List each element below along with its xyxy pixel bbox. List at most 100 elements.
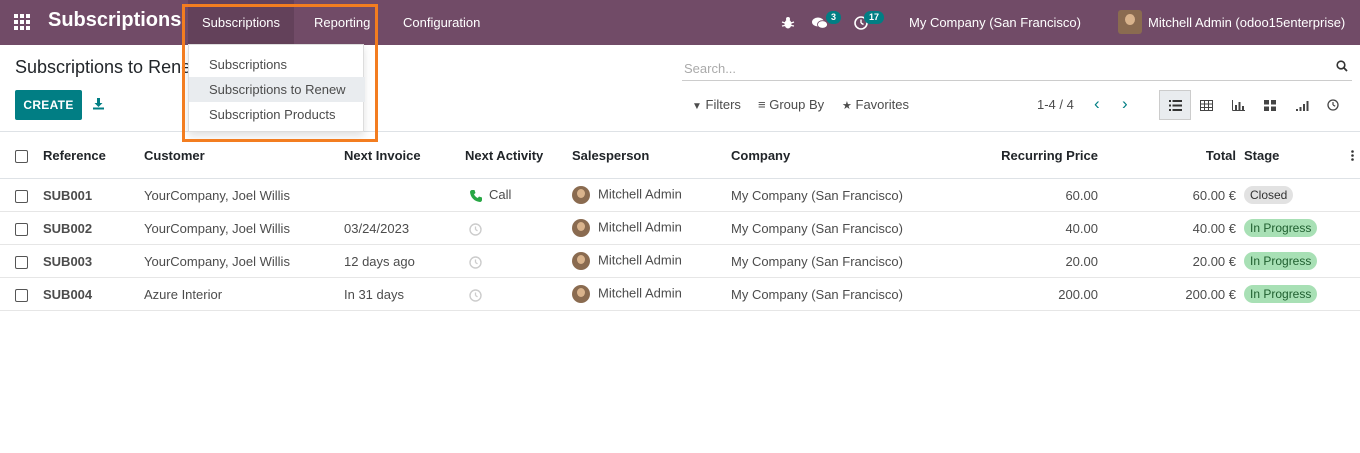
status-badge: In Progress xyxy=(1244,219,1318,237)
row-select-cell[interactable] xyxy=(0,244,43,278)
row-checkbox[interactable] xyxy=(15,255,28,269)
cell-stage: In Progress xyxy=(1244,244,1360,278)
column-reference[interactable]: Reference xyxy=(43,131,144,179)
table-row[interactable]: SUB004 Azure Interior In 31 days Mitchel… xyxy=(0,277,1360,311)
row-checkbox[interactable] xyxy=(15,288,28,302)
cell-total: 200.00 € xyxy=(1108,277,1244,311)
cell-next-activity[interactable]: Call xyxy=(465,178,572,212)
select-all-checkbox[interactable] xyxy=(15,149,28,163)
column-recurring-price[interactable]: Recurring Price xyxy=(951,131,1108,179)
pager-next-icon[interactable]: › xyxy=(1122,94,1128,114)
cell-salesperson: Mitchell Admin xyxy=(572,277,731,311)
cell-reference: SUB004 xyxy=(43,277,144,311)
cell-company: My Company (San Francisco) xyxy=(731,244,951,278)
filter-funnel-icon: ▼ xyxy=(692,101,702,112)
dropdown-item-subscriptions-to-renew[interactable]: Subscriptions to Renew xyxy=(189,77,365,102)
table-row[interactable]: SUB002 YourCompany, Joel Willis 03/24/20… xyxy=(0,211,1360,245)
activity-view-icon[interactable] xyxy=(1317,90,1349,120)
table-row[interactable]: SUB003 YourCompany, Joel Willis 12 days … xyxy=(0,244,1360,278)
search-icon[interactable] xyxy=(1336,60,1348,72)
column-salesperson[interactable]: Salesperson xyxy=(572,131,731,179)
activity-label: Call xyxy=(489,187,512,203)
pivot-view-icon[interactable] xyxy=(1190,90,1222,120)
table-row[interactable]: SUB001 YourCompany, Joel Willis Call Mit… xyxy=(0,178,1360,212)
column-customer[interactable]: Customer xyxy=(144,131,344,179)
search-input[interactable] xyxy=(682,57,1322,79)
kanban-view-icon[interactable] xyxy=(1254,90,1286,120)
salesperson-avatar xyxy=(572,252,590,270)
filters-toggle[interactable]: ▼ Filters xyxy=(692,97,741,112)
column-stage[interactable]: Stage xyxy=(1244,131,1360,179)
status-badge: Closed xyxy=(1244,186,1294,204)
cell-next-activity[interactable] xyxy=(465,244,572,278)
download-icon[interactable] xyxy=(92,97,105,110)
user-avatar[interactable] xyxy=(1118,10,1142,34)
menu-subscriptions[interactable]: Subscriptions xyxy=(188,0,295,45)
cell-salesperson: Mitchell Admin xyxy=(572,244,731,278)
menu-configuration[interactable]: Configuration xyxy=(389,0,494,45)
cell-recurring-price: 40.00 xyxy=(951,211,1108,245)
cohort-view-icon[interactable] xyxy=(1286,90,1318,120)
list-view-icon[interactable] xyxy=(1159,90,1191,120)
messages-count-badge: 3 xyxy=(826,11,842,24)
graph-view-icon[interactable] xyxy=(1222,90,1254,120)
menu-reporting[interactable]: Reporting xyxy=(300,0,384,45)
column-next-activity[interactable]: Next Activity xyxy=(465,131,572,179)
apps-menu-icon[interactable] xyxy=(14,14,32,30)
cell-stage: In Progress xyxy=(1244,277,1360,311)
cell-next-invoice: 12 days ago xyxy=(344,244,465,278)
app-brand[interactable]: Subscriptions xyxy=(48,9,181,32)
cell-recurring-price: 60.00 xyxy=(951,178,1108,212)
company-switcher[interactable]: My Company (San Francisco) xyxy=(909,0,1081,45)
row-select-cell[interactable] xyxy=(0,277,43,311)
activity-clock-icon[interactable] xyxy=(469,255,482,269)
column-next-invoice[interactable]: Next Invoice xyxy=(344,131,465,179)
pager-value[interactable]: 1-4 / 4 xyxy=(1037,97,1074,112)
cell-customer: Azure Interior xyxy=(144,277,344,311)
cell-next-activity[interactable] xyxy=(465,277,572,311)
dropdown-item-subscriptions[interactable]: Subscriptions xyxy=(189,52,365,77)
cell-company: My Company (San Francisco) xyxy=(731,178,951,212)
top-navbar: Subscriptions Subscriptions Reporting Co… xyxy=(0,0,1360,45)
cell-total: 60.00 € xyxy=(1108,178,1244,212)
optional-columns-icon[interactable] xyxy=(1351,150,1354,161)
table-header-row: Reference Customer Next Invoice Next Act… xyxy=(0,131,1360,179)
favorites-toggle[interactable]: ★ Favorites xyxy=(842,97,909,112)
salesperson-name: Mitchell Admin xyxy=(598,252,682,268)
column-company[interactable]: Company xyxy=(731,131,951,179)
debug-bug-icon[interactable] xyxy=(781,0,795,45)
filters-label: Filters xyxy=(705,97,741,112)
status-badge: In Progress xyxy=(1244,252,1318,270)
subscriptions-list: Reference Customer Next Invoice Next Act… xyxy=(0,131,1360,311)
user-menu[interactable]: Mitchell Admin (odoo15enterprise) xyxy=(1148,0,1345,45)
column-total[interactable]: Total xyxy=(1108,131,1244,179)
salesperson-avatar xyxy=(572,186,590,204)
groupby-toggle[interactable]: ≡ Group By xyxy=(758,97,824,112)
cell-salesperson: Mitchell Admin xyxy=(572,211,731,245)
messages-icon[interactable] xyxy=(812,0,828,45)
row-select-cell[interactable] xyxy=(0,178,43,212)
cell-customer: YourCompany, Joel Willis xyxy=(144,211,344,245)
row-select-cell[interactable] xyxy=(0,211,43,245)
activity-clock-icon[interactable] xyxy=(469,288,482,302)
phone-icon xyxy=(470,189,482,202)
salesperson-avatar xyxy=(572,285,590,303)
create-button[interactable]: CREATE xyxy=(15,90,82,120)
cell-recurring-price: 20.00 xyxy=(951,244,1108,278)
select-all-cell[interactable] xyxy=(0,131,43,179)
cell-stage: In Progress xyxy=(1244,211,1360,245)
dropdown-item-subscription-products[interactable]: Subscription Products xyxy=(189,102,365,127)
favorites-label: Favorites xyxy=(855,97,909,112)
cell-next-invoice: 03/24/2023 xyxy=(344,211,465,245)
search-bar xyxy=(682,55,1352,81)
groupby-bars-icon: ≡ xyxy=(758,97,766,112)
row-checkbox[interactable] xyxy=(15,189,28,203)
activity-clock-icon[interactable] xyxy=(469,222,482,236)
salesperson-name: Mitchell Admin xyxy=(598,285,682,301)
cell-total: 40.00 € xyxy=(1108,211,1244,245)
salesperson-name: Mitchell Admin xyxy=(598,186,682,202)
pager-previous-icon[interactable]: ‹ xyxy=(1094,94,1100,114)
cell-next-activity[interactable] xyxy=(465,211,572,245)
row-checkbox[interactable] xyxy=(15,222,28,236)
cell-company: My Company (San Francisco) xyxy=(731,211,951,245)
